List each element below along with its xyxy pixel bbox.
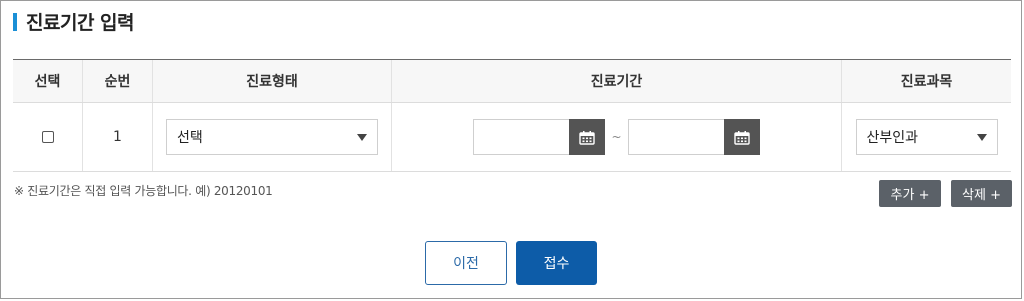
row-index: 1 [83,103,153,171]
header-department: 진료과목 [900,74,953,90]
table-header: 선택 순번 진료형태 진료기간 진료과목 [13,60,1011,103]
date-from-calendar-button[interactable] [569,119,606,155]
chevron-down-icon [976,134,987,141]
date-from-input[interactable] [473,119,570,155]
date-from-group [473,119,606,155]
calendar-icon [579,130,596,145]
date-to-group [627,119,760,155]
chevron-down-icon [357,134,367,141]
treatment-period-table: 선택 순번 진료형태 진료기간 진료과목 1 선택 ~ 산부인과 [13,59,1011,172]
header-period: 진료기간 [392,60,842,102]
cell-period: ~ [392,103,842,171]
cell-care-type: 선택 [153,103,392,171]
care-type-select[interactable]: 선택 [166,119,378,155]
section-title: 진료기간 입력 [13,8,135,35]
date-to-input[interactable] [627,119,724,155]
section-title-text: 진료기간 입력 [26,12,135,34]
table-row: 1 선택 ~ 산부인과 [13,103,1011,172]
title-accent-bar [13,12,17,31]
calendar-icon [733,130,750,145]
row-checkbox[interactable] [41,131,54,143]
date-separator: ~ [611,130,622,144]
department-value: 산부인과 [866,130,919,146]
add-row-button[interactable]: 추가 + [879,180,941,207]
header-select: 선택 [13,60,83,102]
cell-department: 산부인과 [842,103,1011,171]
department-select[interactable]: 산부인과 [855,119,998,155]
header-index: 순번 [83,60,153,102]
prev-button[interactable]: 이전 [425,241,507,285]
care-type-value: 선택 [177,130,203,146]
input-note: ※ 진료기간은 직접 입력 가능합니다. 예) 20120101 [14,184,273,198]
cell-select [13,103,83,171]
date-to-calendar-button[interactable] [723,119,760,155]
submit-button[interactable]: 접수 [516,241,597,285]
header-care-type: 진료형태 [153,60,392,102]
delete-row-button[interactable]: 삭제 + [951,180,1012,207]
